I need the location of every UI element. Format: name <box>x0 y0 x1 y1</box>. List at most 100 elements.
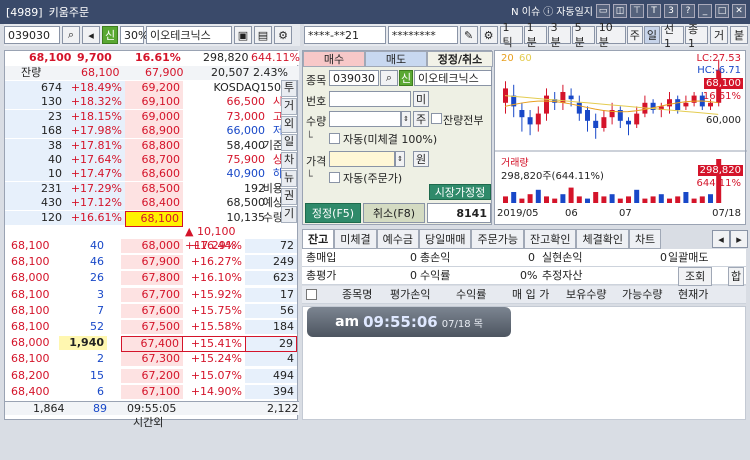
buy-price[interactable]: 67,900 <box>121 255 183 270</box>
order-number-input[interactable] <box>329 91 411 107</box>
balance-tab[interactable]: 예수금 <box>376 229 419 249</box>
market-modify-button[interactable]: 시장가정정 <box>429 184 491 200</box>
price-stepper[interactable]: ⇕ <box>395 151 405 167</box>
side-tab[interactable]: 외 <box>281 116 297 133</box>
stock-code-input[interactable]: 039030 <box>4 26 60 44</box>
sell-price[interactable]: 68,500 <box>125 181 183 196</box>
side-tab[interactable]: 뉴 <box>281 170 297 187</box>
side-tab[interactable]: 기 <box>281 206 297 223</box>
link-icon[interactable]: ▤ <box>254 26 272 44</box>
period-tab[interactable]: 일 <box>643 26 660 44</box>
settings-icon[interactable]: ⚙ <box>479 26 498 44</box>
column-header-cell[interactable]: 현재가 <box>678 286 708 303</box>
side-tab[interactable]: 일 <box>281 134 297 151</box>
tab-buy[interactable]: 매수 <box>303 51 365 67</box>
query-button[interactable]: 조회 <box>678 267 713 286</box>
buy-price[interactable]: 67,400 <box>121 336 183 353</box>
sell-price[interactable]: 69,000 <box>125 109 183 124</box>
select-all-checkbox[interactable] <box>306 289 317 300</box>
balance-tab[interactable]: 잔고확인 <box>523 229 577 249</box>
balance-tab[interactable]: 주문가능 <box>471 229 524 249</box>
cancel-button[interactable]: 취소(F8) <box>363 203 425 223</box>
sell-price[interactable]: 69,100 <box>125 95 183 110</box>
qty-input[interactable] <box>329 111 401 127</box>
tab-modify-cancel[interactable]: 정정/취소 <box>427 51 493 67</box>
side-tab[interactable]: 거 <box>281 98 297 115</box>
period-tab[interactable]: 3분 <box>547 21 571 49</box>
qty-stepper[interactable]: ⇕ <box>401 111 411 127</box>
news-issue-link[interactable]: N 이슈 <box>511 3 540 18</box>
tab-sell[interactable]: 매도 <box>365 51 427 67</box>
period-tab[interactable]: 주 <box>626 26 643 44</box>
column-header-cell[interactable]: 종목명 <box>342 286 372 303</box>
minimize-icon[interactable]: _ <box>698 3 712 18</box>
sell-price[interactable]: 68,100 <box>125 210 183 227</box>
font-icon[interactable]: T <box>647 3 661 18</box>
info-icon[interactable]: ⓘ <box>543 3 553 18</box>
auto-price-checkbox[interactable] <box>329 172 340 183</box>
side-tab[interactable]: 차 <box>281 152 297 169</box>
period-tab[interactable]: 5분 <box>571 21 595 49</box>
side-tab[interactable]: 권 <box>281 188 297 205</box>
remain-all-checkbox[interactable] <box>431 113 442 124</box>
column-header-cell[interactable]: 가능수량 <box>622 286 662 303</box>
buy-price[interactable]: 67,100 <box>121 384 183 399</box>
modify-button[interactable]: 정정(F5) <box>305 203 361 223</box>
tab-prev-icon[interactable]: ◂ <box>712 230 730 248</box>
layout-badge[interactable]: 3 <box>664 3 678 18</box>
order-search-icon[interactable]: ⌕ <box>380 70 398 86</box>
buy-price[interactable]: 67,300 <box>121 352 183 367</box>
auto-journal-link[interactable]: 자동일지 <box>556 3 593 18</box>
buy-price[interactable]: 68,000 <box>121 239 183 253</box>
gear-icon[interactable]: ⚙ <box>274 26 292 44</box>
period-tab[interactable]: 10분 <box>595 21 626 49</box>
attach-button[interactable]: 붙 <box>730 26 748 44</box>
order-code-input[interactable]: 039030 <box>329 70 379 86</box>
column-header-cell[interactable]: 평가손익 <box>390 286 430 303</box>
column-header-cell[interactable]: 매 입 가 <box>512 286 549 303</box>
memo-icon[interactable]: ✎ <box>459 26 478 44</box>
bulk-sell-button[interactable]: 일괄매도 <box>668 249 708 266</box>
balance-tab[interactable]: 차트 <box>628 229 662 249</box>
small-button[interactable]: 거 <box>710 26 729 44</box>
balance-tab[interactable]: 체결확인 <box>576 229 629 249</box>
speaker-icon[interactable]: ◂ <box>82 26 100 44</box>
window-list-icon[interactable]: ▭ <box>596 3 610 18</box>
search-icon[interactable]: ⌕ <box>62 26 80 44</box>
help-icon[interactable]: ? <box>681 3 695 18</box>
order-stock-name[interactable]: 이오테크닉스 <box>414 70 492 86</box>
sell-price[interactable]: 69,200 <box>125 81 183 95</box>
buy-price[interactable]: 67,600 <box>121 303 183 318</box>
sell-price[interactable]: 68,400 <box>125 196 183 211</box>
buy-price[interactable]: 67,700 <box>121 287 183 302</box>
period-tab[interactable]: 선1 <box>660 23 685 50</box>
won-button[interactable]: 원 <box>413 151 429 167</box>
account-select[interactable]: ****-**21 <box>304 26 386 44</box>
balance-tab[interactable]: 잔고 <box>302 229 335 249</box>
balance-tab[interactable]: 미체결 <box>334 229 377 249</box>
tab-next-icon[interactable]: ▸ <box>730 230 748 248</box>
order-credit-badge[interactable]: 신 <box>399 70 413 86</box>
close-icon[interactable]: ✕ <box>732 3 746 18</box>
price-input[interactable] <box>329 151 395 167</box>
buy-price[interactable]: 67,800 <box>121 271 183 286</box>
stock-name[interactable]: 이오테크닉스 <box>146 26 232 44</box>
buy-price[interactable]: 67,200 <box>121 368 183 383</box>
buy-price[interactable]: 67,500 <box>121 320 183 334</box>
auto-unfilled-checkbox[interactable] <box>329 133 340 144</box>
period-tab[interactable]: 1틱 <box>499 21 523 49</box>
side-tab[interactable]: 투 <box>281 80 297 97</box>
period-tab[interactable]: 1분 <box>523 21 547 49</box>
sum-button[interactable]: 합 <box>728 267 745 286</box>
column-header-cell[interactable]: 보유수량 <box>566 286 606 303</box>
sell-price[interactable]: 68,800 <box>125 138 183 153</box>
unfilled-button[interactable]: 미 <box>413 91 429 107</box>
password-input[interactable]: ******** <box>387 26 458 44</box>
maximize-icon[interactable]: □ <box>715 3 729 18</box>
sell-price[interactable]: 68,600 <box>125 167 183 182</box>
column-header-cell[interactable]: 수익률 <box>456 286 486 303</box>
sell-price[interactable]: 68,700 <box>125 153 183 167</box>
pin-icon[interactable]: ⊤ <box>630 3 644 18</box>
shares-button[interactable]: 주 <box>413 111 429 127</box>
split-icon[interactable]: ◫ <box>613 3 627 18</box>
